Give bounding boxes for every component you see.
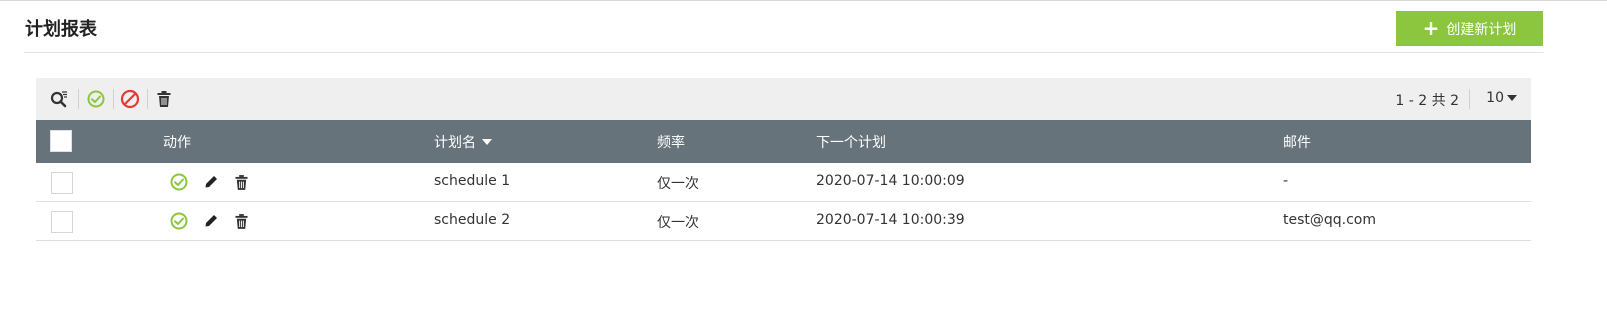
page-size-value: 10 [1486,90,1504,106]
schedule-email: test@qq.com [1283,212,1377,228]
enable-icon[interactable] [85,88,107,110]
row-checkbox[interactable] [51,211,73,233]
schedule-name[interactable]: schedule 1 [434,173,510,189]
plus-icon: + [1422,15,1440,40]
column-header-name[interactable]: 计划名 [434,132,492,152]
sort-desc-icon [482,139,492,145]
enable-icon[interactable] [169,211,189,231]
toolbar-separator [1469,89,1470,109]
toolbar-separator [147,89,148,109]
row-checkbox[interactable] [51,172,73,194]
delete-icon[interactable] [153,88,175,110]
column-header-email: 邮件 [1283,135,1311,151]
schedule-name[interactable]: schedule 2 [434,212,510,228]
schedule-frequency: 仅一次 [657,215,699,231]
select-all-checkbox[interactable] [50,130,72,152]
schedule-email: - [1283,173,1289,189]
enable-icon[interactable] [169,172,189,192]
column-header-frequency: 频率 [657,135,685,151]
column-header-next-run: 下一个计划 [816,135,886,151]
toolbar-separator [78,89,79,109]
table-header: 动作 计划名 频率 下一个计划 邮件 [36,120,1531,163]
chevron-down-icon [1507,95,1517,101]
schedule-next-run: 2020-07-14 10:00:09 [816,173,965,189]
pagination-info: 1 - 2 共 2 [1395,93,1459,109]
page-size-select[interactable]: 10 [1486,90,1517,106]
search-filter-icon[interactable] [48,88,70,110]
schedule-next-run: 2020-07-14 10:00:39 [816,212,965,228]
title-divider [24,52,1543,53]
table-row: schedule 2 仅一次 2020-07-14 10:00:39 test@… [36,202,1531,241]
toolbar-separator [113,89,114,109]
page-title: 计划报表 [25,19,97,40]
column-header-action: 动作 [163,135,191,151]
create-schedule-label: 创建新计划 [1446,21,1517,38]
schedule-frequency: 仅一次 [657,176,699,192]
edit-icon[interactable] [201,172,221,192]
table-row: schedule 1 仅一次 2020-07-14 10:00:09 - [36,163,1531,202]
edit-icon[interactable] [201,211,221,231]
create-schedule-button[interactable]: + 创建新计划 [1396,11,1543,46]
table-toolbar: 1 - 2 共 2 10 [36,78,1531,120]
delete-icon[interactable] [231,211,251,231]
delete-icon[interactable] [231,172,251,192]
disable-icon[interactable] [119,88,141,110]
